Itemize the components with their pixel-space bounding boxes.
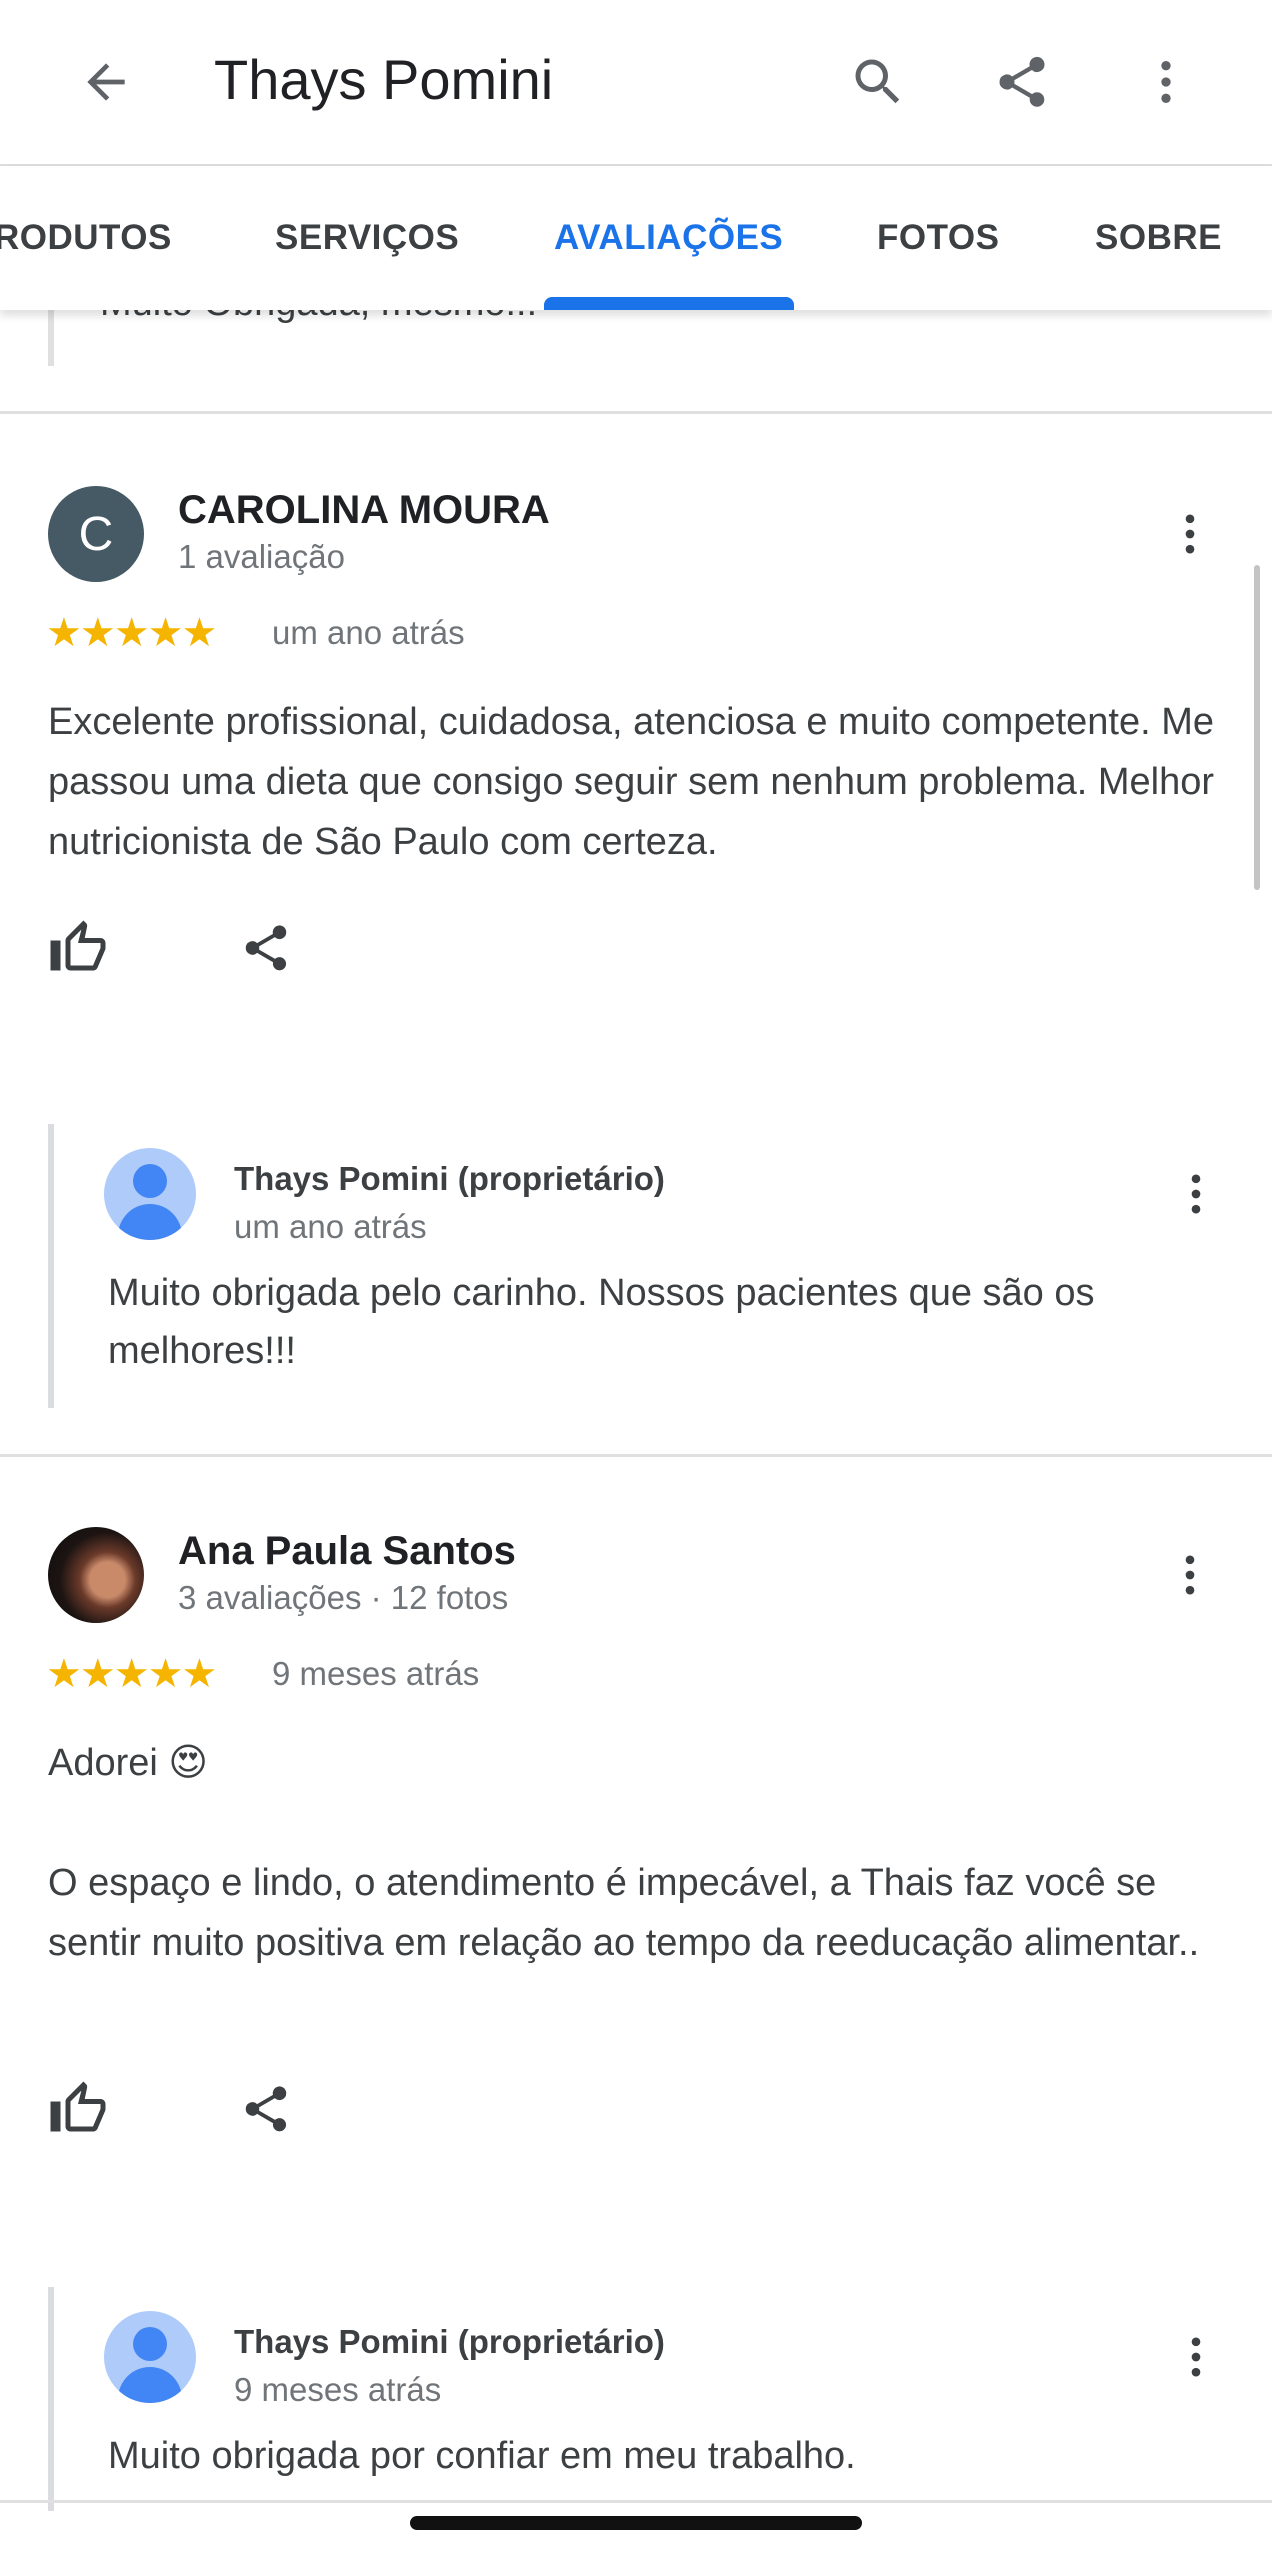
divider (0, 2500, 1272, 2503)
review-time: um ano atrás (272, 614, 465, 651)
active-tab-indicator (544, 297, 794, 310)
tab-servicos[interactable]: SERVIÇOS (275, 218, 459, 258)
reviewer-name[interactable]: Ana Paula Santos (178, 1529, 516, 1574)
more-vert-icon[interactable] (1150, 1535, 1230, 1615)
more-vert-icon[interactable] (1118, 34, 1214, 130)
reviewer-meta: 1 avaliação (178, 538, 345, 575)
owner-avatar[interactable] (104, 2311, 196, 2403)
home-indicator[interactable] (410, 2516, 862, 2530)
review-time: 9 meses atrás (272, 1655, 480, 1692)
owner-name[interactable]: Thays Pomini (proprietário) (234, 2323, 665, 2361)
more-vert-icon[interactable] (1156, 2317, 1236, 2397)
scrollbar[interactable] (1254, 565, 1260, 890)
share-icon[interactable] (230, 2073, 302, 2145)
owner-avatar[interactable] (104, 1148, 196, 1240)
tab-sobre[interactable]: SOBRE (1095, 218, 1222, 258)
tab-produtos[interactable]: RODUTOS (0, 218, 172, 258)
avatar[interactable] (48, 1527, 144, 1623)
thumbs-up-icon[interactable] (42, 912, 114, 984)
reply-time: um ano atrás (234, 1208, 427, 1245)
reply-text: Muito obrigada por confiar em meu trabal… (108, 2435, 856, 2477)
search-icon[interactable] (830, 34, 926, 130)
owner-reply: Thays Pomini (proprietário) um ano atrás… (48, 1124, 1272, 1408)
review-text: O espaço e lindo, o atendimento é impecá… (48, 1862, 1200, 1964)
star-rating: ★★★★★ (46, 611, 217, 655)
more-vert-icon[interactable] (1150, 494, 1230, 574)
app-bar: Thays Pomini (0, 0, 1272, 166)
share-icon[interactable] (974, 34, 1070, 130)
previous-reply-partial: Muito Obrigada, mesmo!!! (0, 300, 1272, 414)
page-title: Thays Pomini (214, 48, 554, 111)
tab-avaliacoes[interactable]: AVALIAÇÕES (554, 218, 783, 258)
thumbs-up-icon[interactable] (42, 2073, 114, 2145)
reviewer-meta: 3 avaliações · 12 fotos (178, 1579, 509, 1616)
reply-text: Muito obrigada pelo carinho. Nossos paci… (108, 1272, 1095, 1372)
reviews-list[interactable]: Muito Obrigada, mesmo!!! C CAROLINA MOUR… (0, 300, 1272, 2560)
star-rating: ★★★★★ (46, 1652, 217, 1696)
review-text-line1: Adorei 😍 (48, 1742, 209, 1784)
avatar[interactable]: C (48, 486, 144, 582)
reviewer-name[interactable]: CAROLINA MOURA (178, 488, 550, 533)
back-arrow-icon[interactable] (58, 34, 154, 130)
more-vert-icon[interactable] (1156, 1154, 1236, 1234)
owner-name[interactable]: Thays Pomini (proprietário) (234, 1160, 665, 1198)
share-icon[interactable] (230, 912, 302, 984)
review-card: Ana Paula Santos 3 avaliações · 12 fotos… (0, 1457, 1272, 2557)
reply-time: 9 meses atrás (234, 2371, 442, 2408)
tab-bar: RODUTOS SERVIÇOS AVALIAÇÕES FOTOS SOBRE (0, 166, 1272, 310)
review-text: Excelente profissional, cuidadosa, atenc… (48, 701, 1214, 863)
owner-reply: Thays Pomini (proprietário) 9 meses atrá… (48, 2287, 1272, 2511)
tab-fotos[interactable]: FOTOS (877, 218, 999, 258)
